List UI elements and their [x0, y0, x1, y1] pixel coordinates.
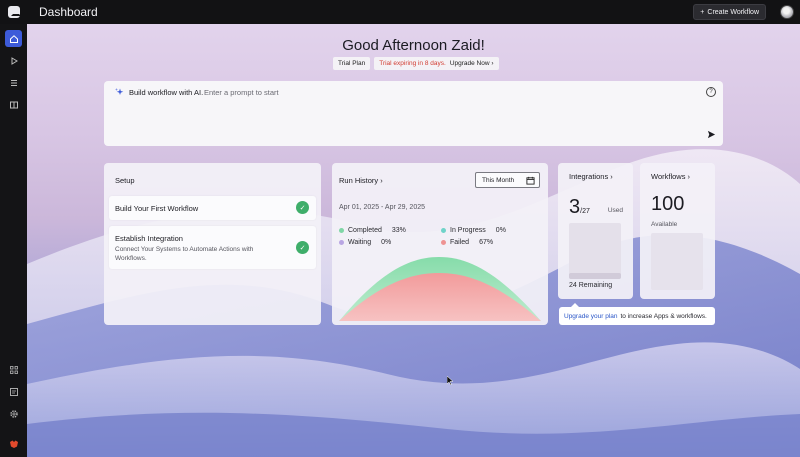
home-icon	[9, 34, 18, 43]
legend-dot	[441, 228, 446, 233]
plus-icon: +	[700, 8, 705, 16]
total-value: /27	[580, 208, 590, 215]
integrations-remaining: 24 Remaining	[569, 282, 613, 289]
workflows-link[interactable]: Workflows ›	[651, 172, 690, 181]
sidebar-item-docs[interactable]	[5, 96, 22, 113]
page-title: Dashboard	[39, 5, 98, 19]
workflows-card: Workflows › 100 Available	[640, 163, 715, 299]
sparkle-icon	[115, 88, 124, 95]
upgrade-now-link[interactable]: Upgrade Now	[450, 60, 490, 67]
setup-title: Setup	[115, 176, 135, 185]
sidebar-brand[interactable]	[5, 435, 22, 452]
trial-warning-text: Trial expiring in 8 days.	[379, 60, 446, 67]
sidebar-item-home[interactable]	[5, 30, 22, 47]
legend-label: Waiting	[348, 239, 372, 246]
run-history-chart	[339, 257, 541, 321]
prompt-input[interactable]: Enter a prompt to start	[204, 88, 279, 97]
plan-row: Trial Plan Trial expiring in 8 days. Upg…	[333, 57, 499, 70]
workflows-count: 100	[651, 193, 685, 215]
send-icon[interactable]	[707, 130, 716, 139]
chevron-right-icon: ›	[380, 176, 383, 185]
message-icon	[9, 387, 18, 396]
sidebar	[0, 24, 27, 457]
sidebar-item-runs[interactable]	[5, 52, 22, 69]
legend-in-progress: In Progress 0%	[441, 227, 506, 234]
legend-label: Failed	[450, 239, 470, 246]
chevron-right-icon: ›	[687, 172, 691, 181]
setup-item-label: Establish Integration	[115, 234, 183, 243]
run-history-link[interactable]: Run History ›	[339, 176, 383, 185]
check-icon: ✓	[296, 201, 309, 214]
setup-card: Setup Build Your First Workflow ✓ Establ…	[104, 163, 321, 325]
apps-grid-icon	[9, 365, 18, 374]
legend-dot	[441, 240, 446, 245]
plan-badge: Trial Plan	[333, 57, 371, 70]
legend-value: 0%	[495, 227, 506, 234]
sidebar-item-settings[interactable]	[5, 405, 22, 422]
sidebar-item-messages[interactable]	[5, 383, 22, 400]
app-logo[interactable]	[0, 0, 28, 24]
legend-label: In Progress	[450, 227, 486, 234]
legend-dot	[339, 228, 344, 233]
create-workflow-button[interactable]: + Create Workflow	[693, 4, 766, 20]
period-select[interactable]: This Month	[475, 172, 540, 188]
setup-item-desc: Connect Your Systems to Automate Actions…	[115, 246, 254, 262]
integrations-used-count: 3/27	[569, 196, 590, 219]
run-history-title: Run History	[339, 176, 379, 185]
workflows-usage-bar	[651, 233, 703, 290]
legend-value: 0%	[381, 239, 392, 246]
brand-logo-icon	[9, 440, 18, 448]
integrations-usage-bar	[569, 223, 621, 279]
used-label: Used	[607, 207, 623, 214]
sidebar-item-list[interactable]	[5, 74, 22, 91]
legend-dot	[339, 240, 344, 245]
greeting-heading: Good Afternoon Zaid!	[342, 37, 485, 54]
avatar[interactable]	[780, 5, 794, 19]
trial-status[interactable]: Trial expiring in 8 days. Upgrade Now ›	[374, 57, 499, 70]
book-icon	[9, 101, 18, 108]
mouse-cursor-icon	[447, 376, 453, 385]
list-icon	[10, 79, 17, 86]
legend-label: Completed	[348, 227, 382, 234]
workflows-title: Workflows	[651, 172, 686, 181]
play-icon	[11, 56, 18, 65]
integrations-link[interactable]: Integrations ›	[569, 172, 613, 181]
integrations-title: Integrations	[569, 172, 609, 181]
sidebar-item-apps[interactable]	[5, 361, 22, 378]
date-range: Apr 01, 2025 - Apr 29, 2025	[339, 204, 426, 211]
integrations-card: Integrations › 3/27 Used 24 Remaining	[558, 163, 633, 299]
gear-icon	[9, 409, 18, 418]
period-value: This Month	[482, 176, 515, 184]
legend-failed: Failed 67%	[441, 239, 493, 246]
upgrade-plan-link[interactable]: Upgrade your plan	[564, 313, 617, 320]
chevron-right-icon: ›	[610, 172, 613, 181]
tooltip-text: to increase Apps & workflows.	[620, 312, 707, 320]
available-label: Available	[651, 221, 678, 228]
legend-completed: Completed 33%	[339, 227, 406, 234]
legend-waiting: Waiting 0%	[339, 239, 391, 246]
ai-prompt-box[interactable]: Build workflow with AI. Enter a prompt t…	[104, 81, 723, 146]
setup-item-first-workflow[interactable]: Build Your First Workflow ✓	[109, 196, 316, 220]
top-bar: Dashboard + Create Workflow	[0, 0, 800, 24]
setup-item-integration[interactable]: Establish Integration Connect Your Syste…	[109, 226, 316, 269]
setup-item-label: Build Your First Workflow	[115, 204, 199, 213]
run-history-card: Run History › This Month Apr 01, 2025 - …	[332, 163, 548, 325]
chevron-right-icon: ›	[489, 60, 494, 67]
create-workflow-label: Create Workflow	[707, 8, 759, 16]
prompt-title: Build workflow with AI.	[129, 88, 204, 97]
logo-icon	[8, 6, 21, 18]
legend-value: 33%	[391, 227, 406, 234]
used-value: 3	[569, 196, 581, 218]
integrations-usage-fill	[569, 272, 621, 279]
help-icon[interactable]: ?	[706, 87, 716, 97]
main-content: Good Afternoon Zaid! Trial Plan Trial ex…	[27, 24, 800, 457]
check-icon: ✓	[296, 241, 309, 254]
legend-value: 67%	[479, 239, 494, 246]
upgrade-tooltip: Upgrade your plan to increase Apps & wor…	[559, 303, 715, 325]
calendar-icon	[526, 176, 535, 185]
